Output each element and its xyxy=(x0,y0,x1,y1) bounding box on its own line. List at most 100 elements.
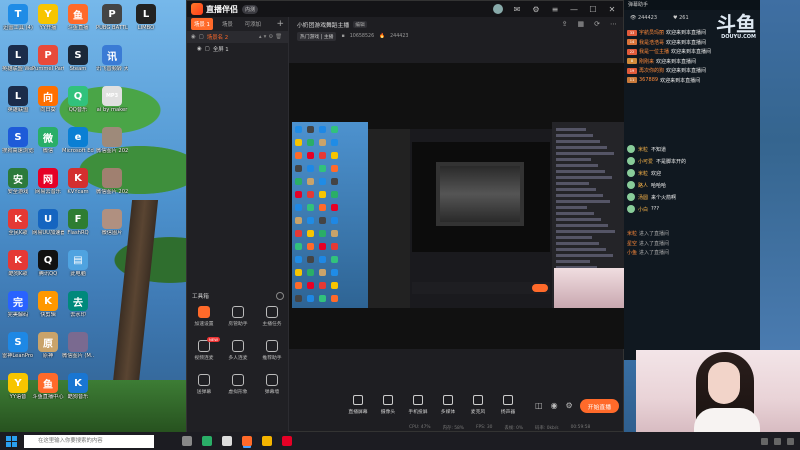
desktop-icon[interactable]: Y YY语音 xyxy=(2,371,34,411)
eye-icon[interactable]: ◉ xyxy=(551,401,558,410)
avatar[interactable] xyxy=(627,205,635,213)
lock-icon[interactable]: ▢ xyxy=(199,34,204,40)
avatar[interactable] xyxy=(627,193,635,201)
toolbox-toggle-icon[interactable] xyxy=(276,292,284,300)
desktop-icon[interactable]: eMicrosoft Edge xyxy=(62,125,94,165)
menu-icon[interactable]: ≡ xyxy=(550,4,560,14)
eye-icon[interactable]: ◉ xyxy=(191,34,196,40)
room-edit-button[interactable]: 编辑 xyxy=(353,20,367,28)
desktop-icon[interactable]: MP3 ai by maker xyxy=(96,84,128,124)
chat-username[interactable]: 米粒 xyxy=(638,146,648,153)
share-icon[interactable]: ⇪ xyxy=(562,20,568,28)
desktop-icon[interactable]: 鱼斗鱼直播中心 xyxy=(32,371,64,411)
title-bar[interactable]: 直播伴侣 内测 ✉ ⚙ ≡ — ☐ ✕ xyxy=(187,1,623,17)
start-button[interactable] xyxy=(4,434,18,448)
desktop-icon[interactable]: T 迅雷工具 (4) xyxy=(2,2,34,42)
chat-username[interactable]: 我是浩浩哥 xyxy=(639,39,664,46)
chat-username[interactable]: 宇航员玛丽 xyxy=(639,29,664,36)
desktop-icon[interactable]: S搜狗高速浏览器 xyxy=(2,125,34,165)
desktop-icon[interactable]: 微信图片 2022021... xyxy=(96,125,128,165)
taskbar-app-task-view[interactable] xyxy=(182,436,192,446)
chat-username[interactable]: 小白 xyxy=(638,206,648,213)
chat-username[interactable]: 小可爱 xyxy=(638,158,653,165)
tool-button[interactable]: 房管助手 xyxy=(221,303,255,333)
desktop-icon[interactable]: K KVYcam xyxy=(62,166,94,206)
tool-button[interactable]: 视频连麦 NEW xyxy=(187,337,221,367)
taskbar-app-netease-music[interactable] xyxy=(282,436,292,446)
chat-username[interactable]: 汤圆 xyxy=(638,194,648,201)
chat-username[interactable]: 小鱼 xyxy=(627,249,637,256)
tab-addable[interactable]: 可添加 xyxy=(242,18,264,30)
desktop-icon[interactable]: 讯讯飞音频转 大师 xyxy=(96,43,128,83)
scene-row[interactable]: ◉ ▢ 场景名 2 ▴▾⚙🗑 xyxy=(187,31,288,43)
desktop-icon[interactable]: L英雄联盟 WeGame版 xyxy=(2,43,34,83)
speaker-button[interactable]: 扬声器 xyxy=(493,395,523,415)
desktop-icon[interactable]: PPUBG BATTLEGR... xyxy=(96,2,128,42)
desktop-icon[interactable]: 安安全游戏 xyxy=(2,166,34,206)
scene-ops-icon[interactable]: ▴▾⚙🗑 xyxy=(259,34,284,40)
tool-button[interactable]: 送弹幕 xyxy=(187,371,221,401)
desktop-icon[interactable]: 微信图片 xyxy=(96,207,128,247)
chat-username[interactable]: 米粒 xyxy=(638,170,648,177)
eye-icon[interactable]: ◉ xyxy=(197,46,202,52)
avatar[interactable] xyxy=(627,145,635,153)
volume-icon[interactable] xyxy=(774,437,781,445)
layout-icon[interactable]: ▦ xyxy=(578,20,585,28)
source-row[interactable]: ◉ ▢ 全屏 1 xyxy=(187,43,288,55)
lock-icon[interactable]: ▢ xyxy=(205,46,210,52)
network-icon[interactable] xyxy=(761,437,768,445)
avatar[interactable] xyxy=(627,157,635,165)
microphone-button[interactable]: 麦克风 xyxy=(463,395,493,415)
tab-scene-1[interactable]: 场景 1 xyxy=(191,18,213,30)
desktop-icon[interactable]: 微微信 xyxy=(32,125,64,165)
taskbar-app-douyu-live[interactable] xyxy=(242,436,252,446)
taskbar-app-chrome[interactable] xyxy=(262,436,272,446)
room-title[interactable]: 小奶团游戏舞蹈主播 xyxy=(297,20,349,29)
desktop-icon[interactable]: K 酷狗K歌 xyxy=(2,248,34,288)
desktop-icon[interactable]: ▤ 此电脑 xyxy=(62,248,94,288)
desktop-icon[interactable]: 微信图片 2022... xyxy=(96,166,128,206)
tool-button[interactable]: 虚拟形象 xyxy=(221,371,255,401)
chat-username[interactable]: 星空 xyxy=(627,240,637,247)
tab-scene[interactable]: 场景 xyxy=(219,18,236,30)
desktop-icon[interactable]: 网网易云音乐 xyxy=(32,166,64,206)
desktop-icon[interactable]: K 快剪辑 xyxy=(32,289,64,329)
desktop-icon[interactable]: Q 腾讯QQ xyxy=(32,248,64,288)
taskbar-app-browser[interactable] xyxy=(222,436,232,446)
refresh-icon[interactable]: ⟳ xyxy=(594,20,600,28)
chat-username[interactable]: 刚刚来 xyxy=(639,58,654,65)
desktop-icon[interactable]: L 英雄联盟 xyxy=(2,84,34,124)
desktop-icon[interactable]: U 网易UU加速器 xyxy=(32,207,64,247)
notification-icon[interactable] xyxy=(787,437,794,445)
desktop-icon[interactable]: 原原神 xyxy=(32,330,64,370)
gear-icon[interactable]: ⚙ xyxy=(566,401,573,410)
maximize-icon[interactable]: ☐ xyxy=(588,4,598,14)
desktop-icon[interactable]: 向向日葵 xyxy=(32,84,64,124)
camera-button[interactable]: 摄像头 xyxy=(373,395,403,415)
tool-button[interactable]: 加速设置 xyxy=(187,303,221,333)
desktop-icon[interactable]: Q QQ音乐 xyxy=(62,84,94,124)
desktop-icon[interactable]: S雷神LeanPro 打开 xyxy=(2,330,34,370)
taskbar-app-wechat[interactable] xyxy=(202,436,212,446)
add-scene-icon[interactable]: + xyxy=(276,19,284,29)
close-icon[interactable]: ✕ xyxy=(607,4,617,14)
message-icon[interactable]: ✉ xyxy=(512,4,522,14)
desktop-icon[interactable]: 去去水印 xyxy=(62,289,94,329)
tool-button[interactable]: 推荐助手 xyxy=(255,337,289,367)
tool-button[interactable]: 主播任务 xyxy=(255,303,289,333)
tool-button[interactable]: 多人连麦 xyxy=(221,337,255,367)
minimize-icon[interactable]: — xyxy=(569,4,579,14)
desktop-icon[interactable]: 微信图片 (M... xyxy=(62,330,94,370)
user-avatar[interactable] xyxy=(493,4,503,14)
record-icon[interactable]: ◫ xyxy=(535,401,543,410)
desktop-icon[interactable]: L LIMBO xyxy=(130,2,162,42)
avatar[interactable] xyxy=(627,169,635,177)
desktop-icon[interactable]: F FlashRQ xyxy=(62,207,94,247)
go-live-button[interactable]: 开始直播 xyxy=(579,399,619,413)
desktop-icon[interactable]: K 全民K歌 xyxy=(2,207,34,247)
media-button[interactable]: 多媒体 xyxy=(433,395,463,415)
taskbar-search-input[interactable] xyxy=(24,434,154,448)
phone-cast-button[interactable]: 手机投屏 xyxy=(403,395,433,415)
desktop-icon[interactable]: Y YY开播 xyxy=(32,2,64,42)
desktop-icon[interactable]: 鱼斗鱼直播 xyxy=(62,2,94,42)
